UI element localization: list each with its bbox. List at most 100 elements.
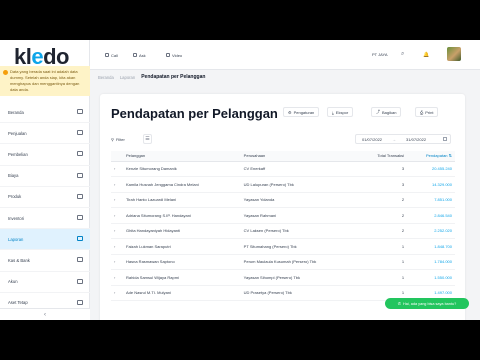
sidebar-item-label: Aset Tetap — [8, 300, 28, 306]
expand-row-icon[interactable]: › — [111, 192, 123, 208]
company-cell: UD Lalupuran (Persero) Tbk — [240, 176, 359, 193]
download-icon: ⤓ — [332, 109, 334, 115]
column-list-button[interactable]: ☰ — [143, 134, 152, 144]
sort-icon: ⇅ — [448, 153, 452, 159]
revenue-cell[interactable]: 1.784.000 — [407, 254, 455, 270]
breadcrumb-home[interactable]: Beranda — [98, 75, 114, 80]
table-row[interactable]: › Kenzie Situmorang Damanik CV Enerkaff 3 20… — [111, 161, 455, 177]
sidebar-item-biaya[interactable]: Biaya — [0, 166, 90, 187]
table-row[interactable]: › Ghita Handayaniyah Hidayanti CV Laksen (… — [111, 223, 455, 239]
print-label: Print — [425, 109, 434, 115]
sidebar-item-label: Pembelian — [8, 151, 28, 157]
notice-text: Data yang berada saat ini adalah data du… — [10, 69, 80, 92]
revenue-cell[interactable]: 2.846.540 — [407, 207, 455, 224]
breadcrumb-current: Pendapatan per Pelanggan — [141, 74, 206, 80]
call-button[interactable]: Call — [105, 50, 118, 60]
customer-cell: Kenzie Situmorang Damanik — [123, 161, 241, 177]
box-icon — [77, 193, 83, 199]
expand-row-icon[interactable]: › — [111, 254, 123, 270]
ledger-icon — [77, 278, 83, 284]
share-icon: ⤴ — [376, 109, 380, 114]
print-button[interactable]: ⎙ Print — [415, 107, 439, 117]
expand-row-icon[interactable]: › — [111, 238, 123, 255]
company-cell: PT Situmahang (Persero) Tbk — [240, 238, 359, 255]
table-row[interactable]: › Faizah Lukman Saraputri PT Situmahang (P… — [111, 238, 455, 255]
sidebar-item-label: Akun — [8, 279, 18, 285]
bell-icon[interactable]: 🔔 — [423, 52, 429, 58]
breadcrumb: Beranda Laporan Pendapatan per Pelanggan — [90, 70, 480, 84]
total-trx-cell: 3 — [358, 161, 408, 177]
ask-button[interactable]: Ask — [133, 50, 146, 60]
revenue-cell[interactable]: 7.851.000 — [407, 192, 455, 208]
expand-row-icon[interactable]: › — [111, 223, 123, 239]
total-trx-column-header[interactable]: Total Transaksi — [358, 151, 408, 162]
sidebar-item-kas-bank[interactable]: Kas & Bank — [0, 250, 90, 272]
table-row[interactable]: › Tirah Hanto Lazuardi Melani Yayasan Yola… — [111, 192, 455, 208]
date-range-picker[interactable]: 01/07/2022 → 31/07/2022 — [355, 134, 451, 144]
customer-cell: Ade Nasrul M.TI. Mulyani — [123, 285, 241, 301]
revenue-column-header[interactable]: Pendapatan ⇅ — [407, 151, 455, 162]
expand-row-icon[interactable]: › — [111, 207, 123, 224]
sidebar-item-beranda[interactable]: Beranda — [0, 102, 90, 124]
avatar[interactable] — [447, 47, 461, 61]
date-to[interactable]: 31/07/2022 — [406, 137, 426, 142]
sidebar-item-label: Laporan — [8, 236, 24, 242]
revenue-cell[interactable]: 14.329.000 — [407, 176, 455, 193]
sidebar-item-produk[interactable]: Produk — [0, 187, 90, 208]
total-trx-cell: 2 — [358, 207, 408, 224]
customer-cell: Kamila Husnah Jenggama Cindra Melani — [123, 176, 241, 193]
total-trx-cell: 1 — [358, 269, 408, 286]
customer-cell: Rahida Samsul Wijaya Rapmi — [123, 269, 241, 286]
expand-row-icon[interactable]: › — [111, 285, 123, 301]
sidebar-item-pembelian[interactable]: Pembelian — [0, 144, 90, 166]
settings-icon: ⚙ — [288, 109, 292, 115]
asset-icon — [77, 299, 83, 305]
table-row[interactable]: › Kamila Husnah Jenggama Cindra Melani UD … — [111, 176, 455, 193]
customer-column-header[interactable]: Pelanggan — [123, 151, 241, 162]
expand-row-icon[interactable]: › — [111, 176, 123, 193]
export-button[interactable]: ⤓ Ekspor — [327, 107, 354, 117]
company-selector[interactable]: PT JAYA — [372, 52, 388, 57]
revenue-cell[interactable]: 2.252.020 — [407, 223, 455, 239]
revenue-cell[interactable]: 20.455.240 — [407, 161, 455, 177]
sidebar-item-inventori[interactable]: Inventori — [0, 208, 90, 230]
wallet-icon — [77, 172, 83, 178]
expand-column-header — [111, 151, 123, 162]
sidebar-item-akun[interactable]: Akun — [0, 272, 90, 293]
collapse-sidebar-button[interactable]: ‹ — [0, 308, 90, 320]
table-row[interactable]: › Adriana Situmorang S.IP. Handayani Yayas… — [111, 207, 455, 224]
settings-button[interactable]: ⚙ Pengaturan — [283, 107, 320, 117]
revenue-cell[interactable]: 1.550.000 — [407, 269, 455, 286]
filter-button[interactable]: ⚲ Filter — [111, 134, 125, 144]
filter-icon: ⚲ — [111, 136, 114, 142]
customer-cell: Adriana Situmorang S.IP. Handayani — [123, 207, 241, 224]
date-from[interactable]: 01/07/2022 — [362, 137, 382, 142]
dummy-data-notice: Data yang berada saat ini adalah data du… — [0, 66, 90, 96]
print-icon: ⎙ — [420, 109, 424, 115]
total-trx-cell: 1 — [358, 254, 408, 270]
revenue-cell[interactable]: 1.848.700 — [407, 238, 455, 255]
table-row[interactable]: › Hasna Rasmawan Saptono Perum Maulaula Ku… — [111, 254, 455, 270]
cart-icon — [77, 130, 83, 136]
company-column-header[interactable]: Perusahaan — [240, 151, 359, 162]
video-button[interactable]: Video — [166, 50, 182, 60]
search-icon[interactable]: ⌕ — [401, 51, 404, 58]
video-letterbox-top — [0, 0, 480, 40]
calendar-icon — [443, 137, 447, 141]
table-row[interactable]: › Rahida Samsul Wijaya Rapmi Yayasan Sihom… — [111, 269, 455, 286]
breadcrumb-parent[interactable]: Laporan — [120, 75, 135, 80]
company-cell: CV Enerkaff — [240, 161, 359, 177]
whatsapp-chat-button[interactable]: ✆ Hai, ada yang bisa saya bantu? — [385, 298, 469, 309]
video-label: Video — [172, 52, 183, 58]
sidebar-item-laporan[interactable]: Laporan — [0, 229, 90, 251]
settings-label: Pengaturan — [293, 109, 315, 115]
share-button[interactable]: ⤴ Bagikan — [371, 107, 402, 117]
expand-row-icon[interactable]: › — [111, 161, 123, 177]
sidebar-item-label: Penjualan — [8, 130, 27, 136]
sidebar-item-label: Produk — [8, 194, 22, 200]
expand-row-icon[interactable]: › — [111, 269, 123, 286]
sidebar-item-penjualan[interactable]: Penjualan — [0, 123, 90, 145]
total-trx-cell: 3 — [358, 176, 408, 193]
customer-cell: Faizah Lukman Saraputri — [123, 238, 241, 255]
bank-icon — [77, 257, 83, 263]
